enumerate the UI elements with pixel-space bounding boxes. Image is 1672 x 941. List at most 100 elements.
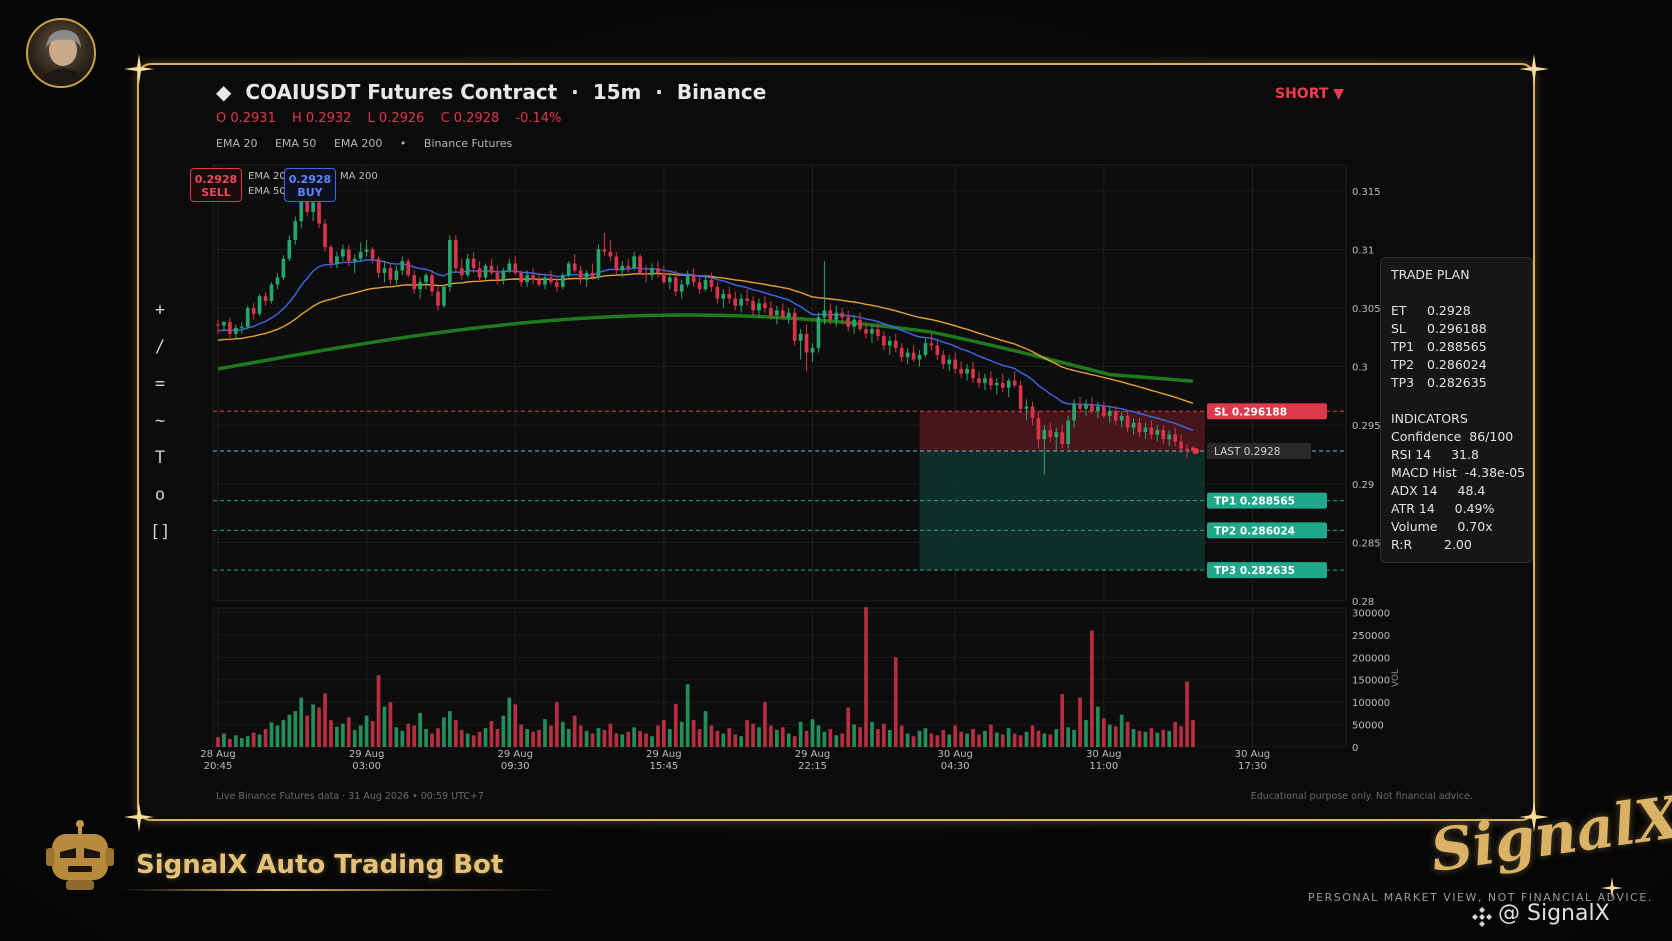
volume-bar [947, 734, 952, 747]
candle-body [876, 329, 880, 337]
candle-body [1131, 422, 1136, 428]
volume-bar [685, 684, 690, 747]
candle-body [757, 303, 761, 311]
candle-body [1119, 415, 1124, 421]
candle-body [1054, 432, 1059, 437]
sell-button[interactable]: 0.2928 SELL [190, 168, 242, 202]
volume-bar [757, 727, 761, 747]
volume-bar [602, 729, 607, 747]
x-tick-label: 04:30 [941, 761, 970, 772]
candle-body [905, 352, 910, 358]
x-tick-label: 09:30 [501, 761, 530, 772]
candle-body [483, 265, 488, 278]
x-tick-label: 29 Aug [795, 749, 830, 760]
candle-body [1167, 434, 1172, 440]
volume-bar [459, 729, 464, 747]
candle-body [662, 272, 666, 283]
buy-button[interactable]: 0.2928 BUY [284, 168, 336, 202]
candle-body [965, 368, 969, 374]
volume-bar [1125, 721, 1130, 747]
candle-body [917, 354, 922, 360]
volume-bar [1000, 734, 1005, 747]
price-tick-label: 0.285 [1352, 538, 1381, 549]
volume-bar [406, 723, 411, 747]
volume-bar [299, 697, 304, 747]
volume-bar [786, 733, 791, 747]
volume-bar [245, 736, 250, 747]
volume-bar [929, 733, 934, 747]
candle-body [406, 261, 411, 276]
candle-body [370, 249, 375, 259]
candle-body [667, 277, 672, 283]
candle-body [983, 378, 987, 383]
volume-bar [317, 707, 321, 747]
candle-body [453, 240, 458, 269]
volume-bar [828, 729, 833, 747]
volume-bar [1179, 726, 1183, 747]
volume-bar [263, 729, 268, 747]
candle-body [780, 310, 785, 318]
candle-body [537, 279, 541, 285]
sell-label: SELL [201, 186, 231, 199]
candle-body [216, 324, 220, 326]
disclaimer-note: Educational purpose only. Not financial … [1250, 791, 1473, 802]
candle-body [620, 265, 625, 271]
sell-price: 0.2928 [194, 173, 238, 186]
candle-body [644, 272, 648, 276]
trade-level-tp2: TP2 0.286024 [1391, 357, 1487, 372]
volume-bar [697, 729, 702, 747]
x-tick-label: 17:30 [1238, 761, 1267, 772]
volume-bar [495, 729, 500, 747]
volume-bar [222, 733, 226, 747]
candle-body [1149, 427, 1154, 435]
candle-body [394, 270, 399, 280]
candle-body [263, 296, 268, 301]
volume-bar [596, 728, 601, 747]
volume-bar [739, 736, 744, 747]
volume-bar [543, 719, 547, 747]
candle-body [834, 312, 839, 320]
volume-bar [477, 731, 482, 747]
candle-body [471, 258, 476, 269]
author-handle[interactable]: @ SignalX [1498, 901, 1610, 926]
mini-legend-ema20: EMA 20 [248, 171, 286, 182]
candle-body [751, 300, 755, 311]
candle-body [1036, 418, 1041, 440]
volume-bar [751, 723, 755, 747]
x-tick-label: 30 Aug [1086, 749, 1121, 760]
volume-tick-label: 250000 [1352, 631, 1390, 642]
candle-body [543, 277, 547, 285]
volume-bar [388, 702, 393, 747]
indicator-rr: R:R 2.00 [1391, 537, 1472, 552]
candle-body [424, 275, 428, 283]
candle-body [739, 298, 744, 306]
trade-level-tp3: TP3 0.282635 [1391, 375, 1487, 390]
candle-body [584, 272, 589, 280]
volume-bar [448, 711, 452, 747]
volume-bar [679, 721, 684, 747]
volume-bar [519, 724, 524, 747]
x-tick-label: 22:15 [798, 761, 827, 772]
trade-level-tp1: TP1 0.288565 [1391, 339, 1487, 354]
price-tick-label: 0.305 [1352, 304, 1381, 315]
volume-bar [804, 730, 809, 747]
volume-bar [1078, 697, 1082, 747]
candle-body [953, 359, 958, 369]
candle-body [459, 268, 464, 276]
volume-bar [412, 725, 417, 747]
volume-bar [899, 725, 904, 747]
volume-bar [1042, 733, 1047, 747]
volume-bar [917, 730, 922, 747]
volume-bar [852, 724, 856, 747]
volume-bar [715, 730, 720, 747]
candle-body [632, 256, 637, 269]
volume-bar [341, 723, 345, 747]
candle-body [317, 202, 321, 224]
candle-body [287, 240, 292, 259]
volume-bar [1191, 720, 1195, 747]
volume-bar [418, 712, 422, 747]
volume-bar [560, 721, 565, 747]
volume-bar [584, 730, 589, 747]
candle-body [358, 251, 363, 259]
volume-bar [810, 719, 815, 747]
